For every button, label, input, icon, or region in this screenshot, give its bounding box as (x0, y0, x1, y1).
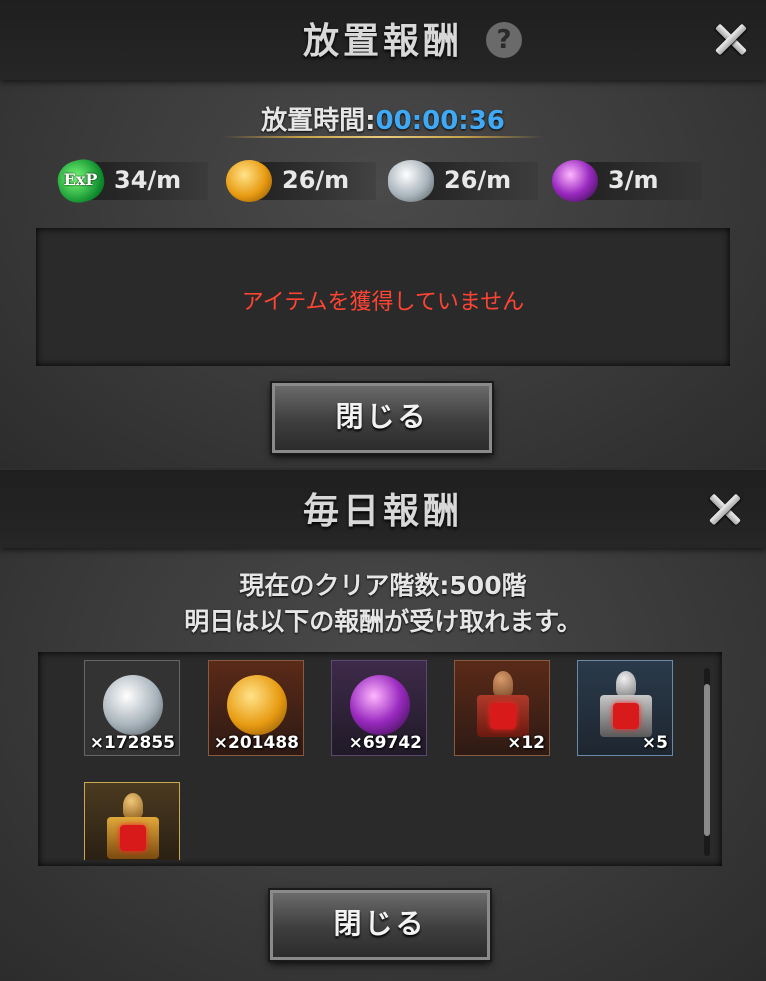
empty-message: アイテムを獲得していません (241, 290, 525, 315)
question-icon[interactable]: ? (486, 22, 522, 58)
item-count: ×172855 (89, 733, 175, 753)
tomorrow-reward-text: 明日は以下の報酬が受け取れます。 (184, 607, 582, 636)
item-count: ×5 (641, 733, 668, 753)
rate-value: 26/m (282, 166, 350, 194)
gold-coin-icon (226, 160, 272, 202)
red-stamp-icon (477, 671, 529, 737)
reward-item-purple-orb[interactable]: ×69742 (331, 660, 427, 756)
daily-reward-title: 毎日報酬 (302, 490, 463, 532)
reward-list-scrollbar[interactable] (704, 668, 710, 856)
rate-value: 34/m (114, 166, 182, 194)
stamp-handle (123, 793, 143, 819)
idle-reward-header: 放置報酬 ? (0, 0, 766, 80)
purple-orb-icon (350, 675, 410, 735)
idle-reward-panel: 放置報酬 ? 放置時間:00:00:36 ExP 34/m 26/m 26/m … (0, 0, 766, 468)
gold-stamp-icon (107, 793, 159, 859)
silver-coin-icon (388, 160, 434, 202)
silver-coin-icon (103, 675, 163, 735)
rate-value: 3/m (608, 166, 659, 194)
stamp-seal (120, 825, 146, 851)
reward-item-gold-stamp[interactable] (84, 782, 180, 860)
idle-time-label: 放置時間: (261, 106, 376, 136)
daily-reward-header: 毎日報酬 (0, 470, 766, 548)
close-button[interactable]: 閉じる (270, 890, 490, 960)
purple-orb-icon (552, 160, 598, 202)
close-icon[interactable] (714, 22, 748, 56)
close-icon[interactable] (708, 492, 742, 526)
stamp-handle (616, 671, 636, 697)
exp-icon-text: ExP (63, 170, 98, 190)
rate-value: 26/m (444, 166, 512, 194)
item-count: ×12 (507, 733, 545, 753)
stamp-seal (490, 703, 516, 729)
item-count: ×69742 (348, 733, 422, 753)
idle-items-box: アイテムを獲得していません (36, 228, 730, 366)
idle-time-underline (223, 136, 543, 138)
idle-reward-title: 放置報酬 (302, 20, 463, 62)
stamp-handle (493, 671, 513, 697)
silver-stamp-icon (600, 671, 652, 737)
scrollbar-thumb[interactable] (704, 684, 710, 836)
item-count: ×201488 (213, 733, 299, 753)
reward-item-red-stamp[interactable]: ×12 (454, 660, 550, 756)
reward-item-gold-coin[interactable]: ×201488 (208, 660, 304, 756)
daily-reward-list[interactable]: ×172855 ×201488 ×69742 ×12 ×5 (38, 652, 722, 866)
stamp-seal (613, 703, 639, 729)
idle-time-display: 放置時間:00:00:36 (0, 100, 766, 137)
idle-time-value: 00:00:36 (375, 106, 505, 136)
clear-floors-text: 現在のクリア階数:500階 (239, 571, 527, 600)
reward-item-silver-coin[interactable]: ×172855 (84, 660, 180, 756)
close-button[interactable]: 閉じる (272, 383, 492, 453)
reward-item-silver-stamp[interactable]: ×5 (577, 660, 673, 756)
gold-coin-icon (227, 675, 287, 735)
